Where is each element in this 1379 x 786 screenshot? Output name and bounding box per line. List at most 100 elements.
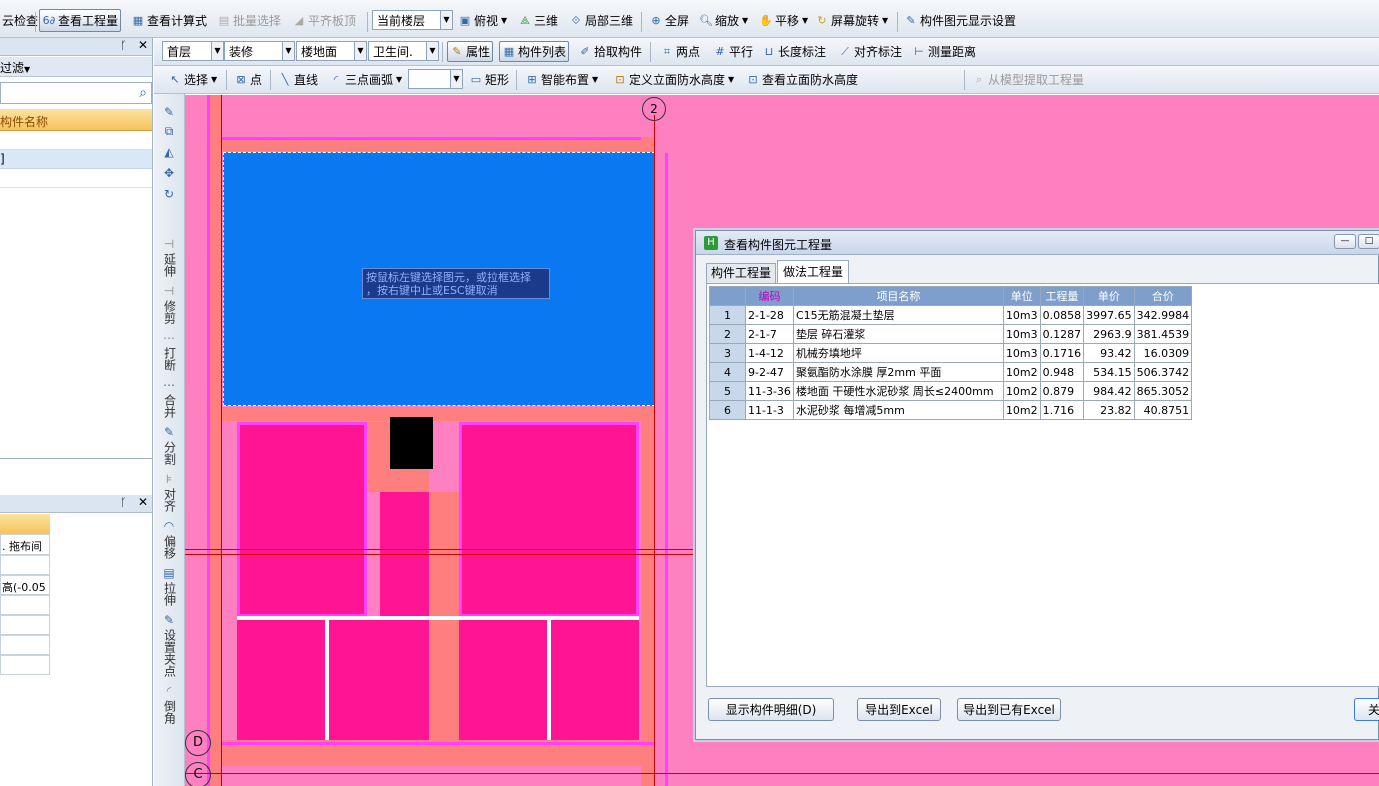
room-floor[interactable] (329, 620, 429, 740)
split-tool[interactable]: 分割 (163, 441, 177, 465)
view-3d-button[interactable]: ⟁ 三维 (516, 9, 560, 32)
type-combo[interactable]: 楼地面 ▼ (296, 41, 367, 61)
tab-method-qty[interactable]: 做法工程量 (777, 260, 849, 284)
search-icon[interactable]: ⌕ (139, 85, 147, 101)
cloud-check-button[interactable]: 云检查 (0, 8, 40, 32)
local-3d-button[interactable]: ⟐ 局部三维 (567, 9, 635, 32)
export-existing-excel-button[interactable]: 导出到已有Excel (957, 698, 1061, 721)
table-row[interactable]: 5 11-3-36 楼地面 干硬性水泥砂浆 周长≤2400mm 10m2 0.879 98… (709, 381, 1193, 401)
rotate-button[interactable]: ↻ 屏幕旋转 ▼ (813, 9, 890, 32)
point-button[interactable]: ⊠ 点 (232, 69, 264, 90)
tab-component-qty[interactable]: 构件工程量 (706, 263, 776, 283)
close-icon[interactable]: ✕ (138, 495, 148, 509)
line-button[interactable]: ╲ 直线 (276, 69, 320, 90)
view-formula-button[interactable]: ▦ 查看计算式 (129, 9, 209, 32)
property-cell[interactable] (0, 555, 50, 575)
minimize-icon[interactable]: — (1334, 234, 1356, 249)
list-item[interactable] (0, 169, 152, 188)
pencil-icon[interactable]: ✎ (164, 106, 174, 119)
maximize-icon[interactable]: □ (1358, 234, 1379, 249)
close-icon[interactable]: ✕ (138, 38, 148, 52)
floor-combo[interactable]: 首层 ▼ (162, 41, 224, 61)
extend-tool[interactable]: 延伸 (163, 253, 177, 277)
col-header (709, 286, 746, 306)
close-button[interactable]: 关 (1354, 698, 1379, 721)
qty-cell: 0.1716 (1039, 343, 1085, 363)
show-detail-button[interactable]: 显示构件明细(D) (708, 698, 834, 721)
room-floor[interactable] (551, 620, 639, 740)
pan-button[interactable]: ✋ 平移 ▼ (757, 9, 810, 32)
partition-line (237, 616, 639, 620)
stretch-tool[interactable]: 拉伸 (163, 582, 177, 606)
search-input[interactable]: ⌕ (0, 82, 152, 104)
chamfer-tool[interactable]: 倒角 (163, 700, 177, 724)
filter-button[interactable]: 过滤▼ (0, 57, 152, 77)
property-cell[interactable]: 高(-0.05 (0, 575, 50, 595)
select-button[interactable]: ↖ 选择 ▼ (166, 69, 219, 90)
pin-icon[interactable]: ᚴ (120, 496, 127, 509)
batch-select-button[interactable]: ▤ 批量选择 (215, 9, 283, 32)
property-cell[interactable] (0, 655, 50, 675)
property-cell[interactable]: . 拖布间 (0, 534, 50, 555)
extract-qty-button[interactable]: ⌕ 从模型提取工程量 (970, 69, 1086, 90)
pick-component-button[interactable]: ✐ 拾取构件 (576, 41, 644, 62)
room-floor[interactable] (237, 422, 367, 617)
define-height-button[interactable]: ⊡ 定义立面防水高度 ▼ (611, 69, 736, 90)
property-cell[interactable] (0, 615, 50, 635)
rotate-icon[interactable]: ↻ (164, 188, 174, 201)
table-row[interactable]: 3 1-4-12 机械夯填地坪 10m3 0.1716 93.42 16.0309 (709, 343, 1193, 363)
merge-tool[interactable]: 合并 (163, 394, 177, 418)
zoom-label: 缩放 (715, 14, 740, 28)
name-cell: 机械夯填地坪 (792, 343, 1004, 363)
set-grip-tool[interactable]: 设置夹点 (163, 629, 177, 677)
display-settings-button[interactable]: ✎ 构件图元显示设置 (902, 9, 1018, 32)
copy-icon[interactable]: ⧉ (165, 125, 174, 138)
list-item-selected[interactable]: ] (0, 150, 152, 169)
arc-mode-combo[interactable]: ▼ (408, 69, 463, 89)
table-row[interactable]: 4 9-2-47 聚氨酯防水涂膜 厚2mm 平面 10m2 0.948 534.15 506… (709, 362, 1193, 382)
view-3d-label: 三维 (534, 14, 559, 28)
parallel-button[interactable]: # 平行 (711, 41, 755, 62)
attribute-button[interactable]: ✎ 属性 (447, 41, 494, 62)
smart-layout-button[interactable]: ⊞ 智能布置 ▼ (523, 69, 600, 90)
rotate-label: 屏幕旋转 (831, 14, 880, 28)
fullscreen-button[interactable]: ⊕ 全屏 (647, 9, 691, 32)
category-combo[interactable]: 装修 ▼ (224, 41, 295, 61)
table-row[interactable]: 1 2-1-28 C15无筋混凝土垫层 10m3 0.0858 3997.65 342.99… (709, 305, 1193, 325)
offset-tool[interactable]: 偏移 (163, 535, 177, 559)
top-view-button[interactable]: ▣ 俯视 ▼ (456, 9, 509, 32)
break-tool[interactable]: 打断 (163, 347, 177, 371)
table-row[interactable]: 2 2-1-7 垫层 碎石灌浆 10m3 0.1287 2963.9 381.4539 (709, 324, 1193, 344)
room-floor[interactable] (459, 422, 639, 617)
arc-button[interactable]: ◜ 三点画弧 ▼ (327, 69, 404, 90)
column[interactable] (390, 417, 433, 469)
move-icon[interactable]: ✥ (164, 167, 174, 180)
export-excel-button[interactable]: 导出到Excel (857, 698, 941, 721)
pin-icon[interactable]: ᚴ (120, 39, 127, 52)
component-list-button[interactable]: ▦ 构件列表 (499, 41, 570, 62)
zoom-button[interactable]: 🔍︎ 缩放 ▼ (697, 9, 750, 32)
two-points-button[interactable]: ⌗ 两点 (658, 41, 702, 62)
select-label: 选择 (184, 73, 209, 87)
table-row[interactable]: 6 11-1-3 水泥砂浆 每增减5mm 10m2 1.716 23.82 40.8751 (709, 400, 1193, 420)
row-index: 2 (709, 324, 746, 344)
mirror-icon[interactable]: ◭ (164, 146, 173, 159)
rect-button[interactable]: ▭ 矩形 (467, 69, 511, 90)
floor-select[interactable]: 当前楼层 ▼ (372, 10, 453, 30)
flat-top-button[interactable]: ◢ 平齐板顶 (290, 9, 358, 32)
property-cell[interactable] (0, 595, 50, 615)
list-item[interactable] (0, 131, 152, 150)
align-tool[interactable]: 对齐 (163, 488, 177, 512)
chevron-down-icon: ▼ (728, 75, 735, 84)
component-combo[interactable]: 卫生间. ▼ (368, 41, 439, 61)
length-dim-button[interactable]: ⊔ 长度标注 (760, 41, 828, 62)
room-floor[interactable] (459, 620, 547, 740)
room-floor[interactable] (237, 620, 325, 740)
property-cell[interactable] (0, 635, 50, 655)
trim-tool[interactable]: 修剪 (163, 300, 177, 324)
align-dim-button[interactable]: ⟋ 对齐标注 (836, 41, 904, 62)
view-quantity-button[interactable]: 6∂ 查看工程量 (39, 9, 122, 32)
measure-button[interactable]: ⊢ 测量距离 (910, 41, 978, 62)
view-height-button[interactable]: ⊡ 查看立面防水高度 (744, 69, 860, 90)
wall[interactable] (215, 407, 655, 421)
